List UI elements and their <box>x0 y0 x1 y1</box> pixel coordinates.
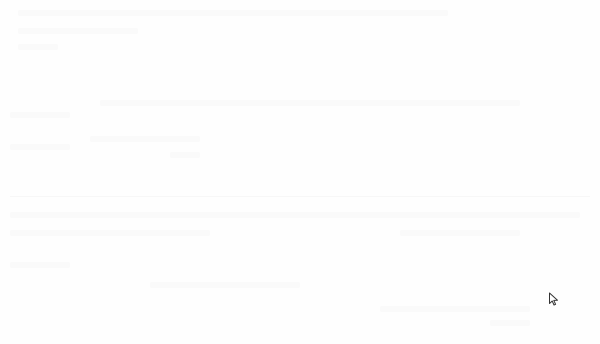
mouse-pointer-icon <box>549 292 558 306</box>
ghost-text-block <box>100 100 520 106</box>
ghost-text-block <box>10 112 70 118</box>
ghost-text-block <box>10 230 210 236</box>
blank-screen <box>0 0 600 344</box>
ghost-text-block <box>10 144 70 150</box>
ghost-text-block <box>400 230 520 236</box>
ghost-text-block <box>18 10 448 16</box>
ghost-text-block <box>18 28 138 34</box>
ghost-text-block <box>10 212 580 218</box>
ghost-text-block <box>380 306 530 312</box>
ghost-text-block <box>90 136 200 142</box>
ghost-text-block <box>150 282 300 288</box>
ghost-text-block <box>10 262 70 268</box>
ghost-text-block <box>170 152 200 158</box>
ghost-text-block <box>490 320 530 326</box>
divider <box>10 196 590 197</box>
ghost-text-block <box>18 44 58 50</box>
